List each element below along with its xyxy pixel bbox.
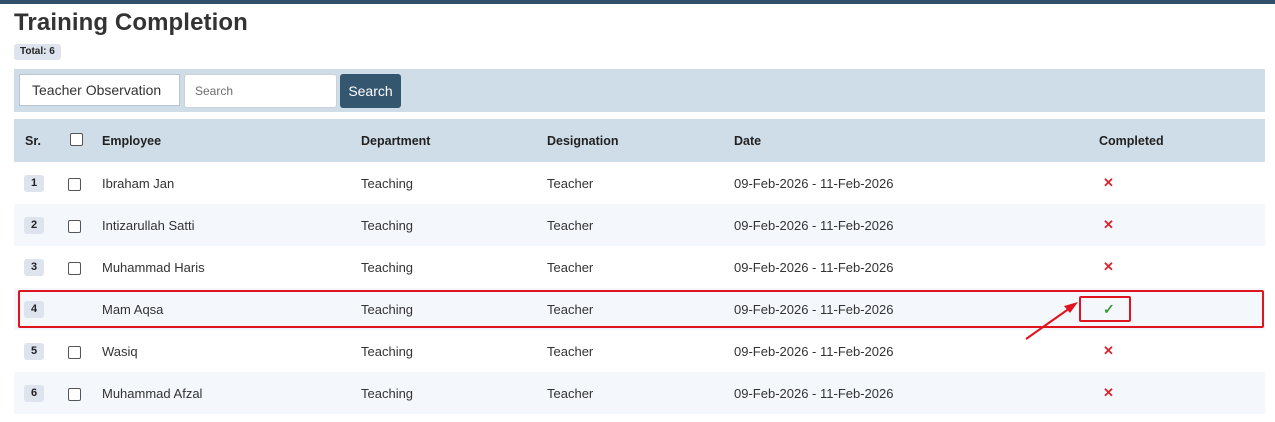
cross-icon: ✕ [1103, 343, 1114, 358]
header-sr: Sr. [25, 133, 41, 148]
cell-completed: ✓ [1099, 288, 1265, 330]
cell-select [66, 288, 102, 330]
cell-completed: ✕ [1099, 204, 1265, 246]
filter-bar: Teacher Observation Search [14, 69, 1265, 112]
table-row: 6 Muhammad Afzal Teaching Teacher 09-Feb-202… [14, 372, 1265, 414]
row-checkbox[interactable] [68, 387, 81, 401]
table-row: 4 Mam Aqsa Teaching Teacher 09-Feb-2026 - 11… [14, 288, 1265, 330]
cell-department: Teaching [361, 343, 414, 359]
cell-sr: 6 [14, 372, 66, 414]
header-select-all [66, 119, 102, 162]
header-department: Department [361, 133, 431, 148]
cell-sr: 2 [14, 204, 66, 246]
cell-employee: Mam Aqsa [102, 301, 164, 317]
top-accent-bar [0, 0, 1275, 4]
cell-date: 09-Feb-2026 - 11-Feb-2026 [734, 385, 894, 401]
row-checkbox[interactable] [68, 345, 81, 359]
cell-designation: Teacher [547, 301, 594, 317]
training-select[interactable]: Teacher Observation [19, 74, 180, 106]
cell-employee: Intizarullah Satti [102, 217, 195, 233]
header-date: Date [734, 133, 762, 148]
cell-completed: ✕ [1099, 372, 1265, 414]
cross-icon: ✕ [1103, 217, 1114, 232]
cross-icon: ✕ [1103, 175, 1114, 190]
cell-sr: 3 [14, 246, 66, 288]
table-row: 2 Intizarullah Satti Teaching Teacher 09-Feb… [14, 204, 1265, 246]
row-checkbox[interactable] [68, 261, 81, 275]
cell-sr: 4 [14, 288, 66, 330]
cell-department: Teaching [361, 217, 414, 233]
cell-completed: ✕ [1099, 246, 1265, 288]
cell-designation: Teacher [547, 385, 594, 401]
cell-select [66, 162, 102, 204]
cell-select [66, 204, 102, 246]
employee-table: Sr. Employee Department Designation Date… [14, 119, 1265, 414]
cell-designation: Teacher [547, 217, 594, 233]
page-title: Training Completion [14, 9, 248, 36]
table-row: 1 Ibraham Jan Teaching Teacher 09-Feb-2026 -… [14, 162, 1265, 204]
header-employee: Employee [102, 133, 162, 148]
select-all-checkbox[interactable] [70, 132, 83, 146]
cell-department: Teaching [361, 175, 414, 191]
row-checkbox[interactable] [68, 219, 81, 233]
row-number-badge: 6 [24, 385, 44, 402]
cell-date: 09-Feb-2026 - 11-Feb-2026 [734, 217, 894, 233]
search-button[interactable]: Search [340, 74, 401, 108]
table-header-row: Sr. Employee Department Designation Date… [14, 119, 1265, 162]
cell-department: Teaching [361, 301, 414, 317]
cell-date: 09-Feb-2026 - 11-Feb-2026 [734, 259, 894, 275]
cell-department: Teaching [361, 259, 414, 275]
cell-designation: Teacher [547, 259, 594, 275]
cell-date: 09-Feb-2026 - 11-Feb-2026 [734, 301, 894, 317]
header-designation: Designation [547, 133, 619, 148]
row-number-badge: 2 [24, 217, 44, 234]
cell-completed: ✕ [1099, 330, 1265, 372]
row-number-badge: 1 [24, 175, 44, 192]
cell-department: Teaching [361, 385, 414, 401]
cell-date: 09-Feb-2026 - 11-Feb-2026 [734, 175, 894, 191]
cross-icon: ✕ [1103, 259, 1114, 274]
cell-select [66, 330, 102, 372]
cell-employee: Wasiq [102, 343, 138, 359]
cell-designation: Teacher [547, 343, 594, 359]
check-icon: ✓ [1103, 300, 1115, 317]
cell-designation: Teacher [547, 175, 594, 191]
cell-employee: Ibraham Jan [102, 175, 175, 191]
row-checkbox[interactable] [68, 177, 81, 191]
cell-date: 09-Feb-2026 - 11-Feb-2026 [734, 343, 894, 359]
table-row: 3 Muhammad Haris Teaching Teacher 09-Feb-202… [14, 246, 1265, 288]
cell-employee: Muhammad Haris [102, 259, 205, 275]
total-badge: Total: 6 [14, 44, 61, 60]
row-number-badge: 4 [24, 301, 44, 318]
cross-icon: ✕ [1103, 385, 1114, 400]
cell-completed: ✕ [1099, 162, 1265, 204]
search-input[interactable] [184, 74, 337, 108]
table-row: 5 Wasiq Teaching Teacher 09-Feb-2026 - 11-Fe… [14, 330, 1265, 372]
cell-select [66, 246, 102, 288]
cell-sr: 1 [14, 162, 66, 204]
cell-sr: 5 [14, 330, 66, 372]
cell-select [66, 372, 102, 414]
row-number-badge: 5 [24, 343, 44, 360]
row-number-badge: 3 [24, 259, 44, 276]
cell-employee: Muhammad Afzal [102, 385, 203, 401]
header-completed: Completed [1099, 133, 1164, 148]
